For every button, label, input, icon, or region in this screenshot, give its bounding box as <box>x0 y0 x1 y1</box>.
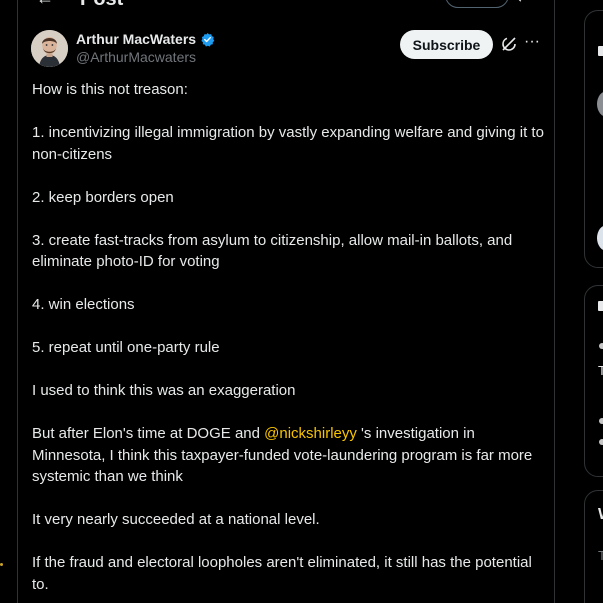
author-handle[interactable]: @ArthurMacwaters <box>76 49 196 65</box>
sidebar-text-fragment[interactable]: T <box>598 548 603 563</box>
post-paragraph-with-mention: But after Elon's time at DOGE and @nicks… <box>32 423 544 488</box>
reply-icon[interactable]: ↩ <box>517 0 529 7</box>
sidebar-card-heading-fragment <box>598 46 603 56</box>
avatar-image <box>31 30 68 67</box>
avatar[interactable] <box>31 30 68 67</box>
author-name[interactable]: Arthur MacWaters <box>76 31 196 47</box>
sidebar-dot-fragment <box>599 439 603 445</box>
post-paragraph: How is this not treason: <box>32 81 188 98</box>
post-paragraph: 4. win elections <box>32 296 135 313</box>
post-paragraph: 1. incentivizing illegal immigration by … <box>32 124 544 163</box>
sidebar-card-title-fragment: W <box>598 506 603 524</box>
verified-badge-icon[interactable] <box>200 32 215 47</box>
mention-link[interactable]: @nickshirleyy <box>264 425 357 442</box>
mention-prefix-text: But after Elon's time at DOGE and <box>32 425 265 442</box>
post-paragraph: 3. create fast-tracks from asylum to cit… <box>32 231 513 271</box>
sidebar-card <box>584 285 603 477</box>
more-icon[interactable]: ··· <box>524 34 540 50</box>
page-title: Post <box>80 0 123 11</box>
post-paragraph: 5. repeat until one-party rule <box>32 339 220 356</box>
sidebar-dot-fragment <box>599 343 603 349</box>
sidebar-text-fragment[interactable]: T <box>598 363 603 378</box>
subscribe-button[interactable]: Subscribe <box>400 30 493 59</box>
reply-button[interactable] <box>445 0 509 8</box>
post-paragraph: It very nearly succeeded at a national l… <box>32 511 320 528</box>
back-arrow-icon[interactable]: ← <box>36 0 54 9</box>
author-name-row[interactable]: Arthur MacWaters <box>76 31 215 47</box>
post-paragraph: I used to think this was an exaggeration <box>32 382 296 399</box>
post-paragraph: If the fraud and electoral loopholes are… <box>32 554 532 593</box>
post-text: How is this not treason: 1. incentivizin… <box>32 79 544 603</box>
sidebar-card-heading-fragment <box>598 301 603 311</box>
app-frame: ← Post ↩ Arthur MacWaters @ArthurMacwate… <box>0 0 603 603</box>
grok-icon[interactable] <box>501 36 517 52</box>
sidebar-dot-fragment <box>599 418 603 424</box>
post-paragraph: 2. keep borders open <box>32 188 174 206</box>
left-nav-fragment <box>0 563 3 566</box>
